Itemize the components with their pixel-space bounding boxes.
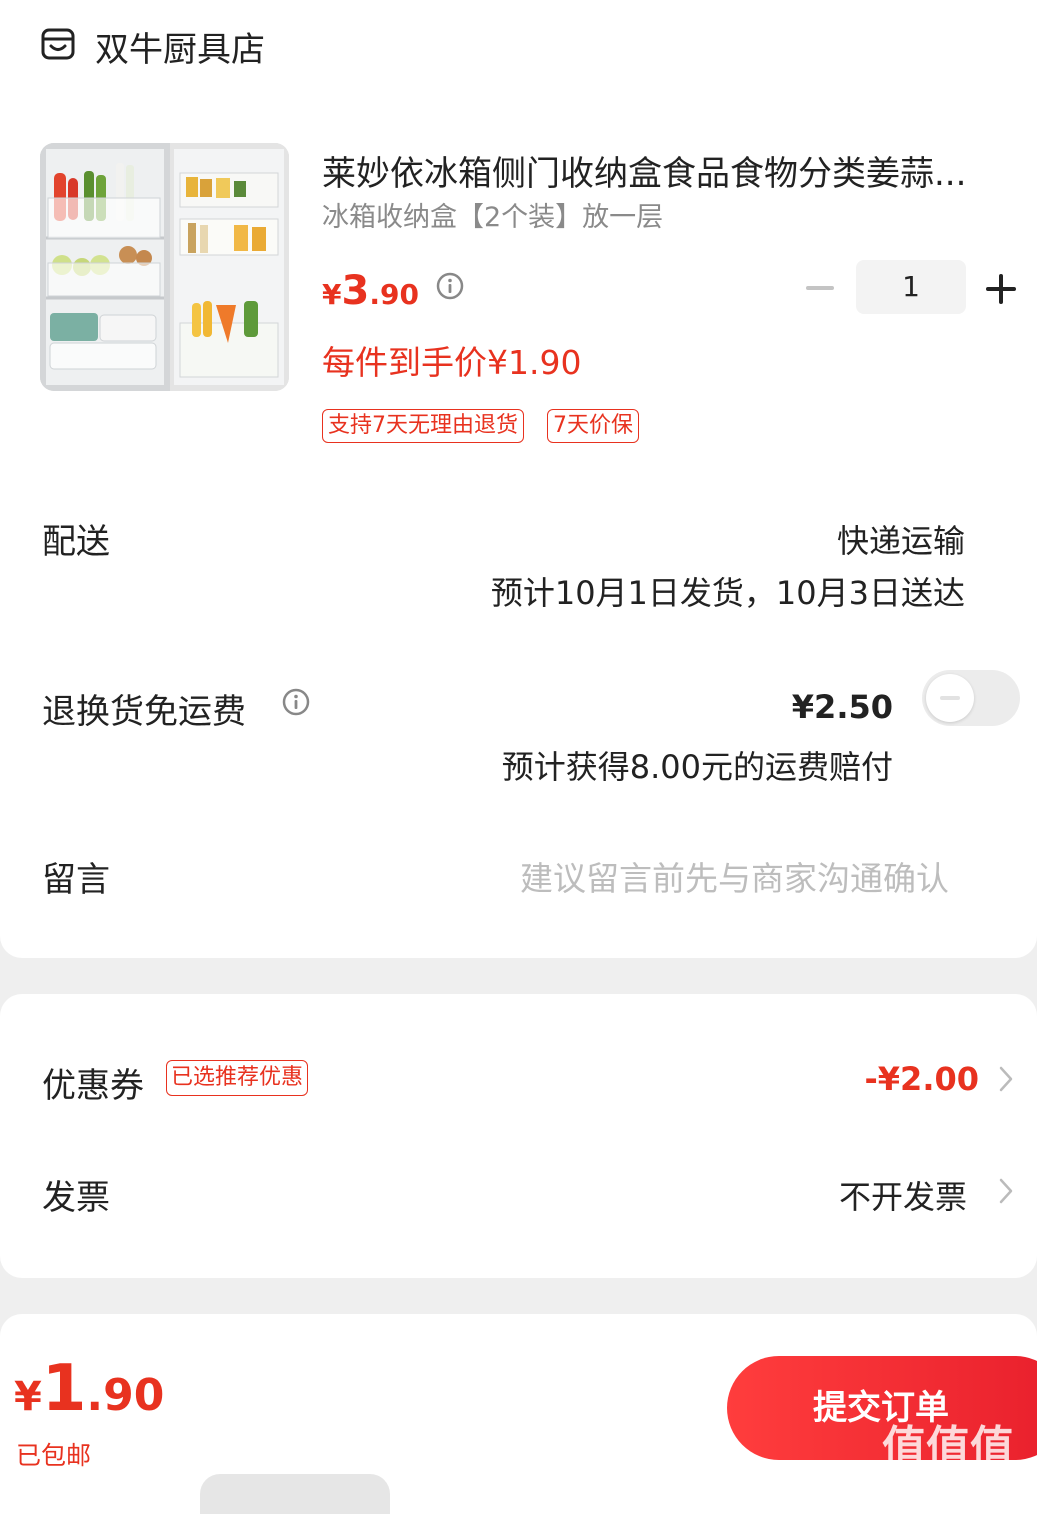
- discount-card: [0, 994, 1037, 1278]
- invoice-label: 发票: [42, 1178, 110, 1218]
- chevron-right-icon[interactable]: [998, 1177, 1014, 1205]
- total-integer: 1: [41, 1352, 87, 1426]
- tag-price-protect: 7天价保: [547, 409, 639, 443]
- watermark-domain: zhizhizhi.com: [884, 1466, 1019, 1487]
- product-price: ¥3.90: [322, 268, 419, 314]
- net-price: 每件到手价¥1.90: [322, 343, 582, 382]
- return-insurance-label: 退换货免运费: [42, 692, 246, 732]
- price-info-icon[interactable]: [436, 272, 464, 300]
- quantity-input[interactable]: 1: [856, 260, 966, 314]
- coupon-value[interactable]: -¥2.00: [865, 1060, 980, 1098]
- return-insurance-price: ¥2.50: [791, 688, 893, 726]
- delivery-estimate: 预计10月1日发货，10月3日送达: [490, 574, 965, 612]
- decrease-quantity-button[interactable]: [804, 272, 836, 304]
- product-title[interactable]: 莱妙依冰箱侧门收纳盒食品食物分类姜蒜...: [322, 146, 1012, 195]
- return-insurance-toggle[interactable]: [922, 670, 1020, 726]
- price-currency: ¥: [322, 278, 342, 311]
- chevron-right-icon[interactable]: [998, 1065, 1014, 1093]
- message-label: 留言: [42, 860, 110, 900]
- shop-name[interactable]: 双牛厨具店: [95, 22, 265, 71]
- product-sku[interactable]: 冰箱收纳盒【2个装】放一层: [322, 195, 663, 234]
- total-price: ¥1.90: [14, 1352, 164, 1426]
- invoice-value[interactable]: 不开发票: [839, 1172, 967, 1218]
- delivery-label: 配送: [42, 522, 110, 562]
- free-shipping-label: 已包邮: [16, 1441, 92, 1470]
- total-currency: ¥: [14, 1374, 42, 1420]
- message-input[interactable]: 建议留言前先与商家沟通确认: [520, 852, 949, 900]
- shop-icon: [41, 28, 75, 60]
- price-decimal: .90: [369, 278, 419, 311]
- home-indicator: [200, 1474, 390, 1514]
- return-insurance-info-icon[interactable]: [282, 688, 310, 716]
- toggle-knob: [926, 674, 974, 722]
- total-decimal: .90: [86, 1370, 165, 1421]
- product-image[interactable]: [40, 143, 289, 391]
- tag-7day-return: 支持7天无理由退货: [322, 409, 524, 443]
- coupon-label: 优惠券: [42, 1066, 144, 1106]
- price-integer: 3: [341, 268, 370, 314]
- delivery-method[interactable]: 快递运输: [837, 516, 965, 562]
- return-insurance-note: 预计获得8.00元的运费赔付: [501, 748, 893, 786]
- coupon-tag: 已选推荐优惠: [166, 1060, 309, 1096]
- increase-quantity-button[interactable]: [984, 272, 1018, 306]
